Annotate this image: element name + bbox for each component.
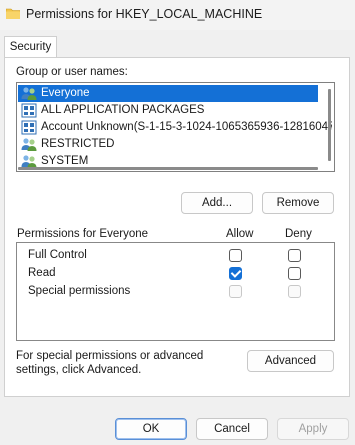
users-group-icon [21,87,37,100]
apply-button[interactable]: Apply [277,418,349,440]
permission-label: Full Control [28,249,87,261]
list-item-label: ALL APPLICATION PACKAGES [41,104,205,116]
vertical-scrollbar[interactable] [328,89,331,161]
add-button[interactable]: Add... [181,192,253,214]
title-bar: Permissions for HKEY_LOCAL_MACHINE [0,0,355,30]
account-unknown-icon [21,120,37,135]
group-list-label: Group or user names: [16,66,128,78]
allow-read-checkbox[interactable] [229,267,242,280]
list-item-label: Everyone [41,87,90,99]
allow-column-label: Allow [226,228,254,240]
allow-full-control-checkbox[interactable] [229,249,242,262]
permission-row-full-control: Full Control [17,247,334,265]
allow-special-checkbox [229,285,242,298]
ok-button[interactable]: OK [115,418,187,440]
list-item-account-unknown[interactable]: Account Unknown(S-1-15-3-1024-1065365936… [18,119,332,136]
deny-special-checkbox [288,285,301,298]
deny-full-control-checkbox[interactable] [288,249,301,262]
list-item-restricted[interactable]: RESTRICTED [18,136,332,153]
app-packages-icon [21,103,37,118]
list-item-label: Account Unknown(S-1-15-3-1024-1065365936… [41,121,332,133]
remove-button[interactable]: Remove [262,192,334,214]
permissions-for-label: Permissions for Everyone [17,228,149,240]
permission-row-read: Read [17,265,334,283]
list-item-everyone[interactable]: Everyone [18,85,318,102]
permission-row-special: Special permissions [17,283,334,301]
permissions-list: Full Control Read Special permissions [16,243,335,341]
tab-security[interactable]: Security [4,36,57,58]
group-user-list[interactable]: Everyone ALL APPLICATION PACKAGES Accoun… [16,82,335,172]
list-item-label: RESTRICTED [41,138,115,150]
deny-read-checkbox[interactable] [288,267,301,280]
deny-column-label: Deny [285,228,312,240]
folder-icon [6,8,20,19]
window-title: Permissions for HKEY_LOCAL_MACHINE [26,7,263,21]
users-group-icon [21,138,37,151]
advanced-button[interactable]: Advanced [247,350,334,372]
permission-label: Special permissions [28,285,131,297]
list-item-all-application-packages[interactable]: ALL APPLICATION PACKAGES [18,102,332,119]
horizontal-scrollbar[interactable] [18,167,318,170]
cancel-button[interactable]: Cancel [196,418,268,440]
permissions-header: Permissions for Everyone Allow Deny [16,226,335,243]
permission-label: Read [28,267,56,279]
advanced-hint-text: For special permissions or advanced sett… [16,350,204,376]
